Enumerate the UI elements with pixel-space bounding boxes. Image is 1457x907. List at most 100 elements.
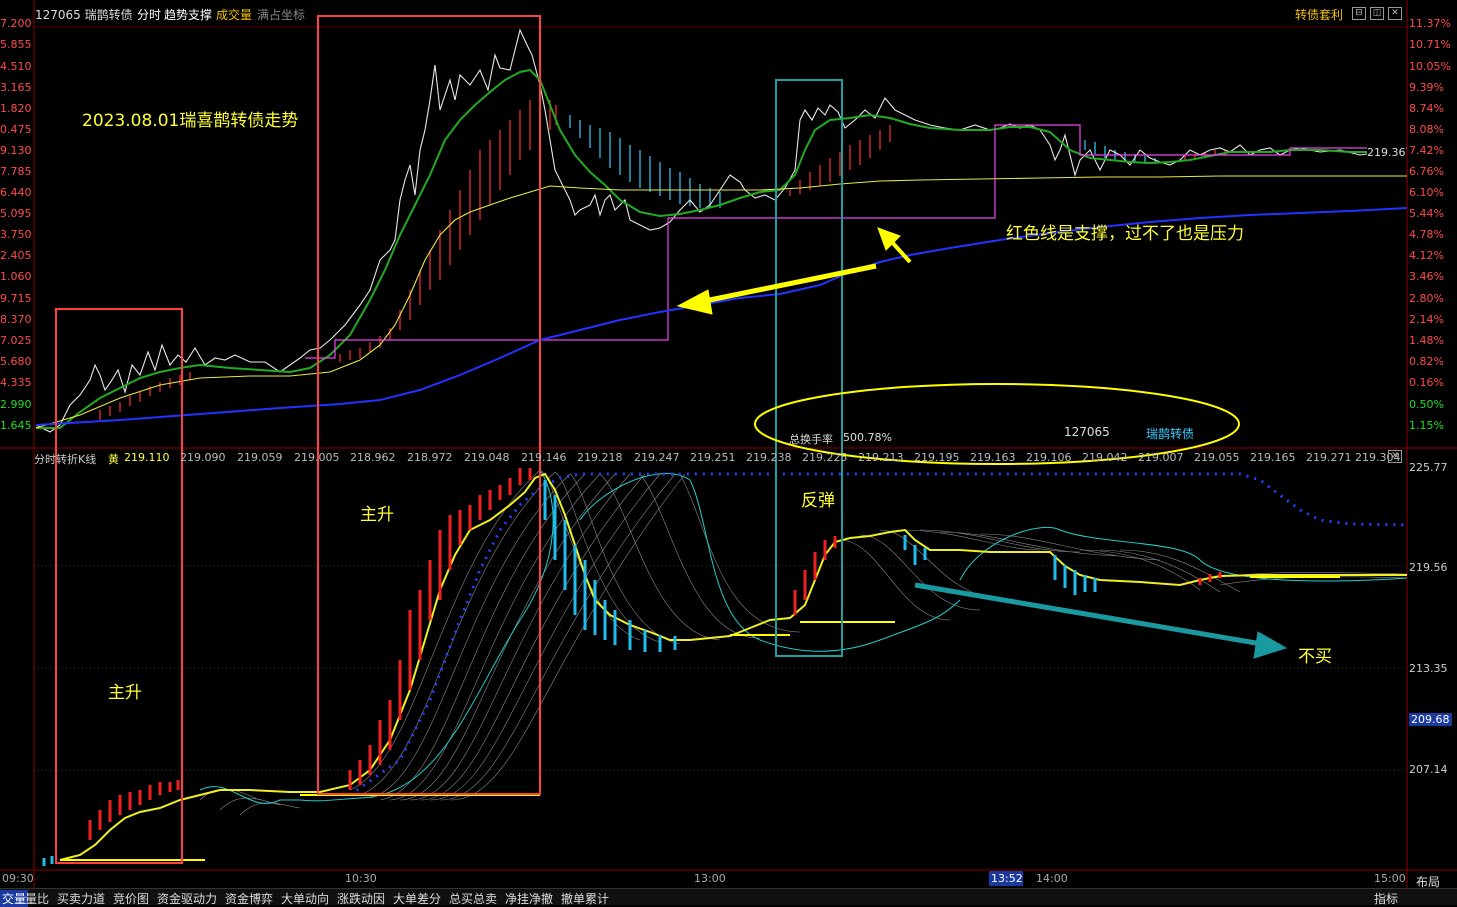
turnover-label: 总换手率 xyxy=(789,433,833,446)
main-rise-box-2 xyxy=(317,15,541,795)
right-axis-label: 7.42% xyxy=(1409,144,1444,157)
left-axis-label: 4.510 xyxy=(0,60,32,73)
indicator-value-bar: 分时转折K线 黄 219.110 219.090 219.059 219.005… xyxy=(0,449,1407,467)
right-axis-label: 0.16% xyxy=(1409,376,1444,389)
bottom-tab-bar: 交量 量比 买卖力道 竞价图 资金驱动力 资金博弈 大单动向 涨跌动因 大单差分… xyxy=(0,875,1457,907)
indicator-close-icon[interactable]: ✕ xyxy=(1388,450,1402,463)
right-axis-label: 1.15% xyxy=(1409,419,1444,432)
tab-big-order-trend[interactable]: 大单动向 xyxy=(281,890,329,907)
left-axis-label: 2.405 xyxy=(0,249,32,262)
right-axis-label: 1.48% xyxy=(1409,334,1444,347)
right-axis-label: 11.37% xyxy=(1409,17,1451,30)
left-axis-label: 0.475 xyxy=(0,123,32,136)
lower-axis-label: 207.14 xyxy=(1409,763,1448,776)
right-axis-label: 2.80% xyxy=(1409,292,1444,305)
tab-auction[interactable]: 竞价图 xyxy=(113,890,149,907)
lower-axis-label: 219.56 xyxy=(1409,561,1448,574)
right-axis-label: 6.10% xyxy=(1409,186,1444,199)
indicator-value: 219.213 xyxy=(858,451,904,464)
tab-volume-ratio[interactable]: 量比 xyxy=(25,890,49,907)
tab-total-buy-sell[interactable]: 总买总卖 xyxy=(449,890,497,907)
time-cursor-label: 13:52 xyxy=(991,872,1023,885)
indicator-value: 219.218 xyxy=(577,451,623,464)
right-axis-label: 0.50% xyxy=(1409,398,1444,411)
indicator-value: 219.238 xyxy=(746,451,792,464)
indicator-title[interactable]: 分时转折K线 xyxy=(34,451,96,467)
indicator-value: 219.146 xyxy=(521,451,567,464)
turnover-value: 500.78% xyxy=(843,431,892,444)
left-axis-label: 2.990 xyxy=(0,398,32,411)
tab-big-order-diff[interactable]: 大单差分 xyxy=(393,890,441,907)
right-axis-label: 10.05% xyxy=(1409,60,1451,73)
tab-price-cause[interactable]: 涨跌动因 xyxy=(337,890,385,907)
price-tag: 219.36 xyxy=(1367,146,1406,159)
right-axis-label: 6.76% xyxy=(1409,165,1444,178)
left-axis-label: 7.025 xyxy=(0,334,32,347)
support-arrow-icon xyxy=(676,227,912,315)
right-axis-label: 10.71% xyxy=(1409,38,1451,51)
indicator-button[interactable]: 指标 xyxy=(1374,890,1398,907)
left-axis-label: 4.335 xyxy=(0,376,32,389)
left-axis-label: 8.370 xyxy=(0,313,32,326)
right-axis-label: 0.82% xyxy=(1409,355,1444,368)
left-axis-label: 1.820 xyxy=(0,102,32,115)
left-axis-label: 5.680 xyxy=(0,355,32,368)
indicator-value: 219.059 xyxy=(237,451,283,464)
left-axis-label: 3.750 xyxy=(0,228,32,241)
indicator-highlight-value: 219.110 xyxy=(124,451,170,464)
support-note-annotation: 红色线是支撑，过不了也是压力 xyxy=(1006,224,1244,244)
left-axis-label: 9.130 xyxy=(0,144,32,157)
indicator-value: 219.247 xyxy=(634,451,680,464)
right-axis-label: 4.12% xyxy=(1409,249,1444,262)
right-axis-label: 8.08% xyxy=(1409,123,1444,136)
indicator-value: 219.165 xyxy=(1250,451,1296,464)
main-rise-box-1 xyxy=(55,308,183,864)
time-label: 10:30 xyxy=(345,872,377,885)
indicator-value: 219.271 xyxy=(1306,451,1352,464)
tab-fund-game[interactable]: 资金博弈 xyxy=(225,890,273,907)
tab-cancel-cumulative[interactable]: 撤单累计 xyxy=(561,890,609,907)
left-axis-label: 1.060 xyxy=(0,270,32,283)
chart-title-annotation: 2023.08.01瑞喜鹊转债走势 xyxy=(82,111,299,131)
tab-fund-drive[interactable]: 资金驱动力 xyxy=(157,890,217,907)
rebound-box xyxy=(775,79,843,657)
right-axis-label: 3.46% xyxy=(1409,270,1444,283)
right-axis-label: 4.78% xyxy=(1409,228,1444,241)
time-label: 13:00 xyxy=(694,872,726,885)
tab-volume[interactable]: 交量 xyxy=(0,890,29,907)
lower-axis-label: 225.77 xyxy=(1409,461,1448,474)
indicator-value: 219.195 xyxy=(914,451,960,464)
rebound-annotation: 反弹 xyxy=(801,491,835,511)
main-rise-annotation-1: 主升 xyxy=(108,683,142,703)
right-axis-label: 2.14% xyxy=(1409,313,1444,326)
left-axis-label: 7.200 xyxy=(0,17,32,30)
indicator-value: 219.251 xyxy=(690,451,736,464)
left-axis-label: 7.785 xyxy=(0,165,32,178)
indicator-value: 219.106 xyxy=(1026,451,1072,464)
indicator-value: 218.962 xyxy=(350,451,396,464)
time-label: 15:00 xyxy=(1374,872,1406,885)
time-label: 09:30 xyxy=(2,872,34,885)
indicator-value: 219.042 xyxy=(1082,451,1128,464)
indicator-value: 219.163 xyxy=(970,451,1016,464)
time-label: 14:00 xyxy=(1036,872,1068,885)
indicator-highlight-label: 黄 xyxy=(108,453,119,466)
right-axis-label: 5.44% xyxy=(1409,207,1444,220)
indicator-value: 219.225 xyxy=(802,451,848,464)
left-axis-label: 5.855 xyxy=(0,38,32,51)
tab-net-order-cancel[interactable]: 净挂净撤 xyxy=(505,890,553,907)
indicator-value: 218.972 xyxy=(407,451,453,464)
main-rise-annotation-2: 主升 xyxy=(360,505,394,525)
right-axis-label: 9.39% xyxy=(1409,81,1444,94)
lower-blue-dotted xyxy=(349,472,1408,797)
layout-button[interactable]: 布局 xyxy=(1416,873,1440,890)
tab-buy-sell-force[interactable]: 买卖力道 xyxy=(57,890,105,907)
indicator-value: 219.005 xyxy=(294,451,340,464)
no-buy-annotation: 不买 xyxy=(1298,647,1332,667)
left-axis-label: 5.095 xyxy=(0,207,32,220)
indicator-value: 219.007 xyxy=(1138,451,1184,464)
bond-name: 瑞鹊转债 xyxy=(1146,427,1195,441)
no-buy-arrow-icon xyxy=(914,582,1288,659)
left-axis-label: 9.715 xyxy=(0,292,32,305)
left-axis-label: 3.165 xyxy=(0,81,32,94)
